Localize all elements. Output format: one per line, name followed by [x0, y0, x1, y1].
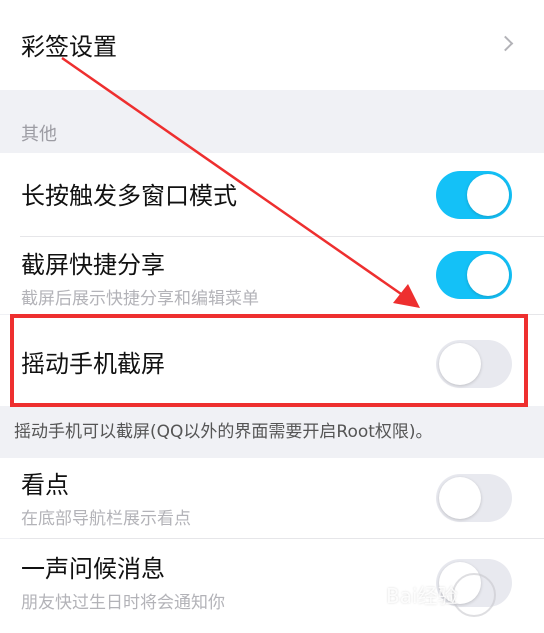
greeting-label: 一声问候消息	[21, 555, 165, 583]
shake-screenshot-row: 摇动手机截屏	[0, 315, 544, 406]
toggle-knob	[439, 343, 481, 385]
long-press-multiwindow-label: 长按触发多窗口模式	[21, 182, 237, 210]
kandian-subtitle: 在底部导航栏展示看点	[21, 509, 191, 529]
kandian-toggle[interactable]	[436, 474, 512, 522]
screenshot-share-row: 截屏快捷分享 截屏后展示快捷分享和编辑菜单	[0, 237, 544, 314]
shake-screenshot-note: 摇动手机可以截屏(QQ以外的界面需要开启Root权限)。	[14, 422, 433, 442]
shake-screenshot-toggle[interactable]	[436, 340, 512, 388]
screenshot-share-subtitle: 截屏后展示快捷分享和编辑菜单	[21, 289, 259, 309]
baidu-jingyan-watermark: Bai经验	[386, 584, 458, 608]
toggle-knob	[467, 254, 509, 296]
long-press-multiwindow-toggle[interactable]	[436, 171, 512, 219]
shake-screenshot-label: 摇动手机截屏	[21, 350, 165, 378]
caiqian-settings-label: 彩签设置	[21, 33, 117, 61]
long-press-multiwindow-row: 长按触发多窗口模式	[0, 153, 544, 237]
caiqian-settings-row[interactable]: 彩签设置	[0, 0, 544, 90]
toggle-knob	[467, 174, 509, 216]
kandian-label: 看点	[21, 471, 69, 499]
baidu-paw-watermark-icon	[452, 573, 496, 617]
greeting-subtitle: 朋友快过生日时将会通知你	[21, 593, 225, 613]
section-title-other: 其他	[21, 124, 57, 145]
screenshot-share-label: 截屏快捷分享	[21, 251, 165, 279]
chevron-right-icon	[497, 35, 514, 52]
toggle-knob	[439, 477, 481, 519]
kandian-row: 看点 在底部导航栏展示看点	[0, 458, 544, 538]
screenshot-share-toggle[interactable]	[436, 251, 512, 299]
